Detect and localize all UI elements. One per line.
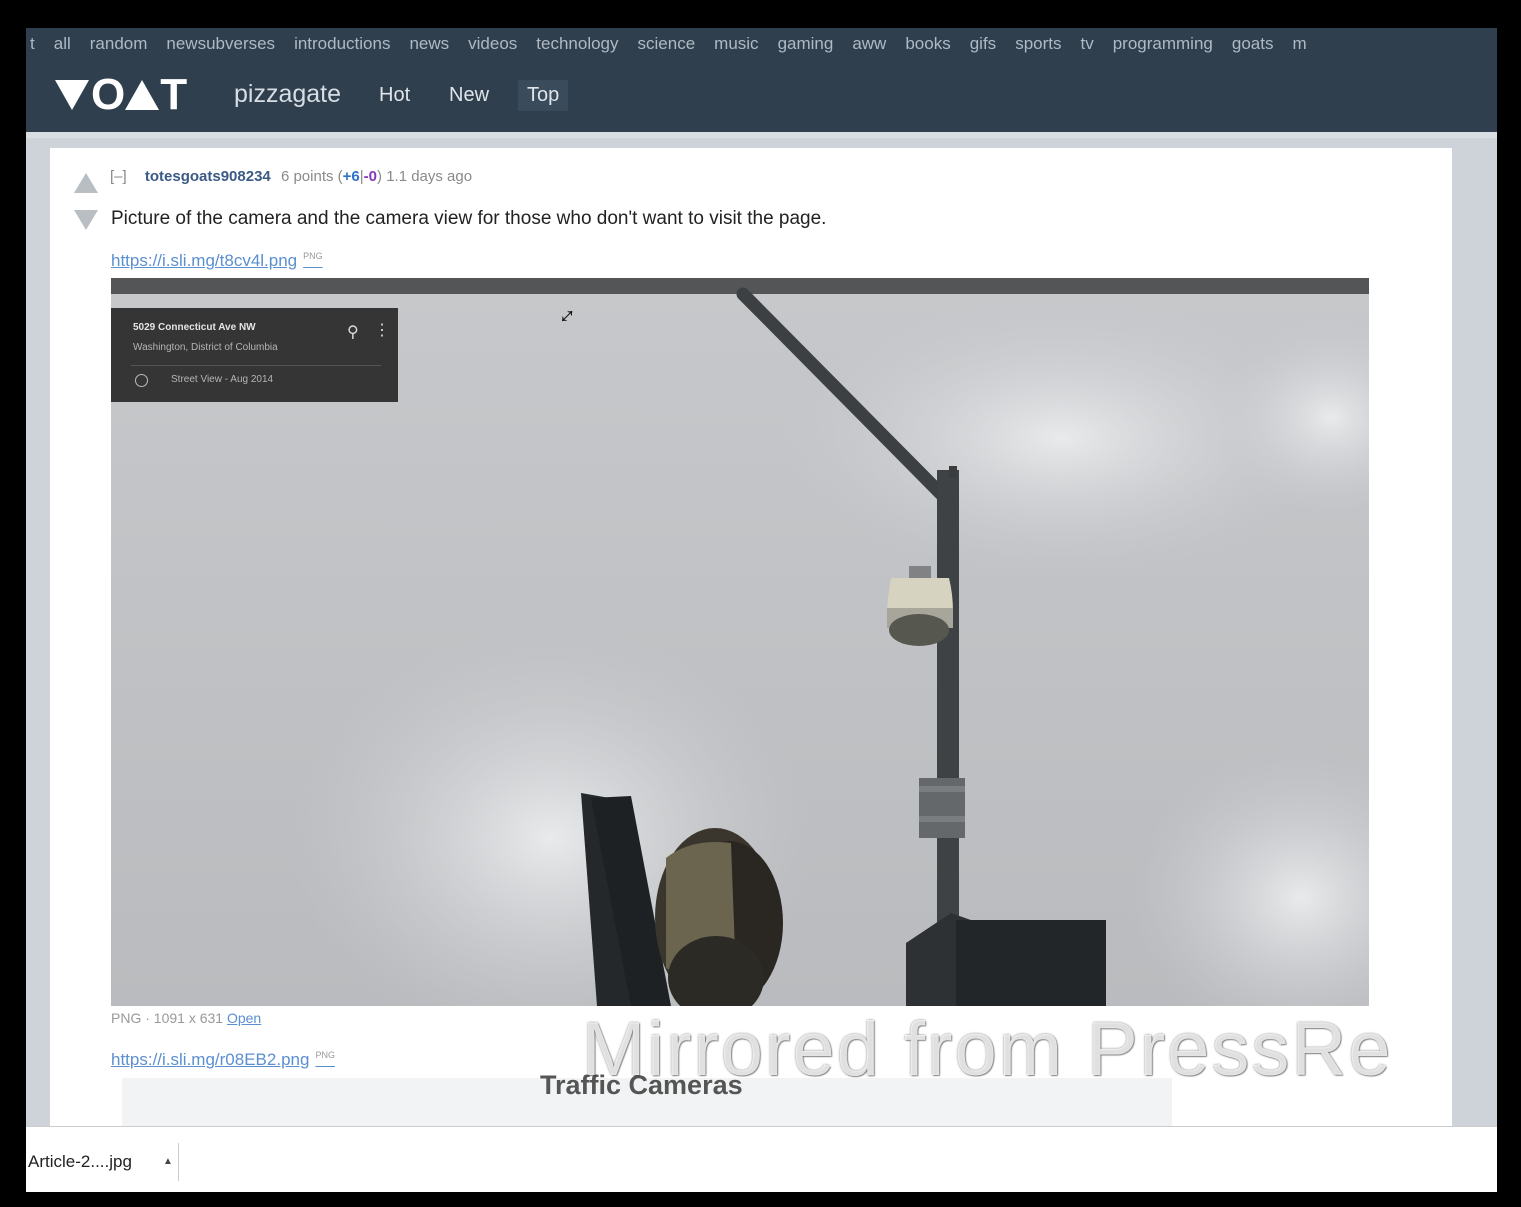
- embedded-image[interactable]: 5029 Connecticut Ave NW Washington, Dist…: [111, 278, 1369, 1006]
- subverse-link[interactable]: science: [638, 28, 696, 60]
- subverse-link[interactable]: introductions: [294, 28, 390, 60]
- site-header: O T pizzagate Hot New Top: [26, 60, 1497, 132]
- voat-logo[interactable]: O T: [55, 73, 201, 117]
- upvote-count: +6: [342, 168, 360, 185]
- png-badge: PNG: [315, 1050, 335, 1060]
- subverse-link[interactable]: gaming: [778, 28, 834, 60]
- subverse-link[interactable]: music: [714, 28, 758, 60]
- subverse-link[interactable]: sports: [1015, 28, 1061, 60]
- map-pin-icon[interactable]: ⚲: [347, 322, 359, 342]
- comment-meta: [–] totesgoats908234 6 points (+6|-0) 1.…: [110, 168, 473, 185]
- street-view-city: Washington, District of Columbia: [133, 342, 278, 353]
- subverse-link[interactable]: random: [90, 28, 148, 60]
- subverse-link[interactable]: videos: [468, 28, 517, 60]
- subverse-nav: t all random newsubverses introductions news v…: [26, 28, 1497, 60]
- next-embed-title: Traffic Cameras: [540, 1070, 743, 1100]
- image-link-1[interactable]: https://i.sli.mg/t8cv4l.png PNG: [111, 251, 323, 271]
- subverse-link[interactable]: newsubverses: [166, 28, 275, 60]
- download-item[interactable]: Article-2....jpg ▲: [26, 1143, 179, 1181]
- image-link-2[interactable]: https://i.sli.mg/r08EB2.png PNG: [111, 1050, 335, 1070]
- subverse-link[interactable]: programming: [1113, 28, 1213, 60]
- browser-viewport: t all random newsubverses introductions news v…: [26, 28, 1497, 1192]
- points-label: points: [293, 168, 334, 185]
- subverse-link[interactable]: goats: [1232, 28, 1274, 60]
- street-view-info-panel: 5029 Connecticut Ave NW Washington, Dist…: [111, 308, 398, 402]
- downvote-count: -0: [363, 168, 378, 185]
- comment-author[interactable]: totesgoats908234: [145, 168, 271, 185]
- collapse-toggle[interactable]: [–]: [110, 168, 127, 185]
- subverse-link[interactable]: tv: [1080, 28, 1093, 60]
- subverse-link[interactable]: t: [30, 28, 35, 60]
- image-info: PNG · 1091 x 631 Open: [111, 1010, 262, 1026]
- subverse-link[interactable]: m: [1292, 28, 1306, 60]
- tab-hot[interactable]: Hot: [370, 80, 419, 111]
- subverse-link[interactable]: books: [905, 28, 950, 60]
- downvote-arrow-icon[interactable]: [74, 210, 98, 230]
- tab-top[interactable]: Top: [518, 80, 569, 111]
- street-view-address: 5029 Connecticut Ave NW: [133, 322, 256, 333]
- download-filename: Article-2....jpg: [28, 1152, 132, 1171]
- comment-card: [–] totesgoats908234 6 points (+6|-0) 1.…: [50, 148, 1452, 1158]
- subverse-link[interactable]: all: [54, 28, 71, 60]
- png-badge: PNG: [303, 251, 323, 261]
- more-options-icon[interactable]: ⋮: [374, 320, 390, 340]
- tab-new[interactable]: New: [440, 80, 498, 111]
- comment-age: 1.1 days ago: [386, 168, 473, 185]
- upvote-arrow-icon[interactable]: [74, 173, 98, 193]
- logo-up-triangle-icon: [125, 80, 160, 110]
- subverse-title[interactable]: pizzagate: [234, 80, 341, 109]
- download-bar: Article-2....jpg ▲: [26, 1126, 1497, 1192]
- points-count: 6: [280, 168, 290, 185]
- open-image-link[interactable]: Open: [227, 1010, 261, 1026]
- subverse-link[interactable]: aww: [852, 28, 886, 60]
- chevron-up-icon[interactable]: ▲: [163, 1143, 173, 1181]
- comment-text: Picture of the camera and the camera vie…: [111, 208, 827, 229]
- subverse-link[interactable]: news: [409, 28, 449, 60]
- subverse-link[interactable]: technology: [536, 28, 618, 60]
- logo-down-triangle-icon: [55, 80, 89, 110]
- street-view-date: Street View - Aug 2014: [171, 374, 274, 385]
- subverse-link[interactable]: gifs: [970, 28, 996, 60]
- time-travel-clock-icon[interactable]: [135, 374, 148, 387]
